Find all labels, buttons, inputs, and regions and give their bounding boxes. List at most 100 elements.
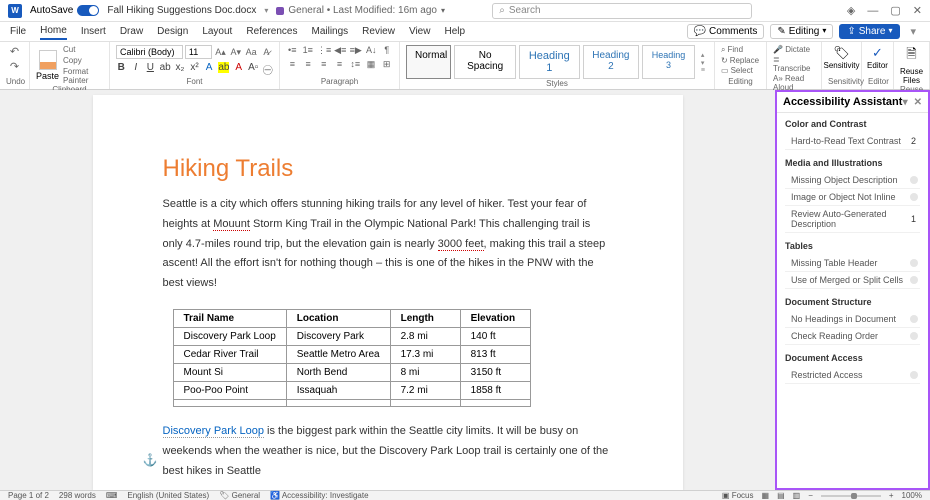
menu-mailings[interactable]: Mailings: [311, 24, 348, 39]
bullets-icon[interactable]: •≡: [286, 45, 299, 56]
table-cell[interactable]: North Bend: [286, 363, 390, 381]
grow-font-icon[interactable]: A▴: [214, 47, 227, 58]
line-spacing-icon[interactable]: ↕≡: [349, 59, 362, 70]
copy-button[interactable]: Copy: [63, 56, 103, 65]
menu-references[interactable]: References: [246, 24, 297, 39]
table-cell[interactable]: [173, 399, 286, 406]
issue-item[interactable]: Restricted Access: [785, 367, 920, 384]
table-cell[interactable]: 7.2 mi: [390, 381, 460, 399]
character-shading-icon[interactable]: A▫: [248, 62, 259, 77]
table-cell[interactable]: Mount Si: [173, 363, 286, 381]
increase-indent-icon[interactable]: ≡▶: [350, 45, 363, 56]
chevron-down-icon[interactable]: ▾: [906, 25, 920, 38]
editor-button[interactable]: ✓ Editor: [868, 45, 887, 70]
style-normal[interactable]: Normal: [406, 45, 451, 79]
multilevel-list-icon[interactable]: ⋮≡: [317, 45, 331, 56]
web-layout-icon[interactable]: ▥: [793, 491, 801, 500]
issue-item[interactable]: Hard-to-Read Text Contrast2: [785, 133, 920, 150]
table-cell[interactable]: Cedar River Trail: [173, 345, 286, 363]
change-case-icon[interactable]: Aa: [244, 47, 257, 57]
font-size-select[interactable]: 11: [185, 45, 212, 59]
chevron-down-icon[interactable]: ▾: [903, 97, 908, 108]
strikethrough-button[interactable]: ab: [160, 62, 171, 77]
table-cell[interactable]: 1858 ft: [460, 381, 530, 399]
sort-icon[interactable]: A↓: [365, 45, 378, 56]
zoom-in-icon[interactable]: +: [889, 491, 894, 500]
menu-home[interactable]: Home: [40, 23, 67, 40]
table-cell[interactable]: [286, 399, 390, 406]
zoom-out-icon[interactable]: −: [808, 491, 813, 500]
dictate-button[interactable]: 🎤 Dictate: [773, 45, 815, 54]
maximize-icon[interactable]: ▢: [890, 4, 900, 17]
close-icon[interactable]: ✕: [914, 97, 922, 108]
hyperlink[interactable]: Discovery Park Loop: [163, 425, 265, 438]
sensitivity-button[interactable]: 🏷 Sensitivity: [828, 45, 855, 70]
issue-item[interactable]: No Headings in Document: [785, 311, 920, 328]
shading-icon[interactable]: ▦: [365, 59, 378, 70]
chevron-down-icon[interactable]: ▾: [441, 6, 445, 15]
document-name[interactable]: Fall Hiking Suggestions Doc.docx: [107, 5, 256, 16]
enclose-characters-icon[interactable]: ㊀: [263, 62, 274, 77]
style-heading2[interactable]: Heading 2: [583, 45, 640, 79]
table-cell[interactable]: Poo-Poo Point: [173, 381, 286, 399]
font-family-select[interactable]: Calibri (Body): [116, 45, 183, 59]
paragraph-2[interactable]: Discovery Park Loop is the biggest park …: [163, 422, 613, 481]
sensitivity-status[interactable]: 🏷 General: [219, 491, 260, 500]
document-area[interactable]: Hiking Trails Seattle is a city which of…: [0, 90, 775, 490]
issue-item[interactable]: Check Reading Order: [785, 328, 920, 345]
transcribe-button[interactable]: ≣ Transcribe: [773, 55, 815, 73]
shrink-font-icon[interactable]: A▾: [229, 47, 242, 58]
focus-button[interactable]: ▣ Focus: [722, 491, 754, 500]
menu-draw[interactable]: Draw: [120, 24, 143, 39]
paste-button[interactable]: Paste: [36, 50, 59, 81]
menu-file[interactable]: File: [10, 24, 26, 39]
table-cell[interactable]: 2.8 mi: [390, 327, 460, 345]
close-icon[interactable]: ✕: [913, 4, 922, 17]
superscript-button[interactable]: x²: [189, 62, 200, 77]
table-cell[interactable]: 813 ft: [460, 345, 530, 363]
breadcrumb[interactable]: General • Last Modified: 16m ago ▾: [276, 5, 445, 16]
table-header[interactable]: Trail Name: [173, 309, 286, 327]
align-left-icon[interactable]: ≡: [286, 59, 299, 70]
style-no-spacing[interactable]: No Spacing: [454, 45, 516, 79]
menu-view[interactable]: View: [409, 24, 431, 39]
table-cell[interactable]: Seattle Metro Area: [286, 345, 390, 363]
trails-table[interactable]: Trail Name Location Length Elevation Dis…: [173, 309, 531, 407]
share-button[interactable]: ⇪ Share ▾: [839, 24, 900, 39]
borders-icon[interactable]: ⊞: [380, 59, 393, 70]
replace-button[interactable]: ↻Replace: [721, 56, 760, 65]
document-title[interactable]: Hiking Trails: [163, 155, 613, 183]
table-cell[interactable]: 8 mi: [390, 363, 460, 381]
anchor-icon[interactable]: ⚓: [143, 453, 158, 467]
toggle-switch-icon[interactable]: [77, 5, 99, 16]
table-cell[interactable]: Discovery Park: [286, 327, 390, 345]
table-cell[interactable]: [390, 399, 460, 406]
word-count[interactable]: 298 words: [59, 491, 96, 500]
issue-item[interactable]: Use of Merged or Split Cells: [785, 272, 920, 289]
page-count[interactable]: Page 1 of 2: [8, 491, 49, 500]
highlight-button[interactable]: ab: [218, 62, 229, 77]
menu-design[interactable]: Design: [157, 24, 188, 39]
table-cell[interactable]: [460, 399, 530, 406]
numbering-icon[interactable]: 1≡: [302, 45, 315, 56]
paragraph-1[interactable]: Seattle is a city which offers stunning …: [163, 195, 613, 294]
table-cell[interactable]: 140 ft: [460, 327, 530, 345]
table-header[interactable]: Elevation: [460, 309, 530, 327]
show-marks-icon[interactable]: ¶: [381, 45, 394, 56]
comments-button[interactable]: 💬 Comments: [687, 24, 765, 39]
styles-more-icon[interactable]: ▴▾≡: [698, 45, 708, 79]
ribbon-display-icon[interactable]: ◈: [847, 4, 855, 17]
read-mode-icon[interactable]: ▦: [762, 491, 770, 500]
find-button[interactable]: ⌕Find: [721, 45, 760, 55]
zoom-level[interactable]: 100%: [902, 491, 922, 500]
table-cell[interactable]: 3150 ft: [460, 363, 530, 381]
table-cell[interactable]: Issaquah: [286, 381, 390, 399]
table-header[interactable]: Location: [286, 309, 390, 327]
menu-insert[interactable]: Insert: [81, 24, 106, 39]
search-input[interactable]: ⌕ Search: [492, 3, 752, 19]
justify-icon[interactable]: ≡: [333, 59, 346, 70]
menu-review[interactable]: Review: [362, 24, 395, 39]
chevron-down-icon[interactable]: ▾: [264, 6, 268, 15]
accessibility-status[interactable]: ♿ Accessibility: Investigate: [270, 491, 368, 500]
text-predictions-icon[interactable]: ⌨: [106, 491, 118, 500]
